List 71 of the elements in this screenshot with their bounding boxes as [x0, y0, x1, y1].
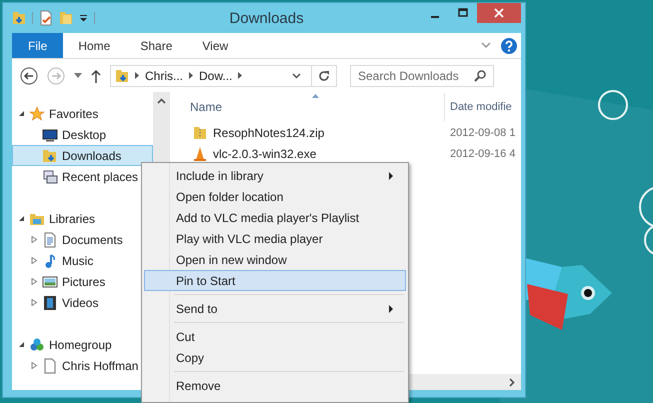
ribbon-tab[interactable]: File — [12, 33, 64, 58]
nav-item[interactable]: Chris Hoffman — [62, 358, 138, 372]
nav-item[interactable]: Libraries — [49, 212, 96, 226]
nav-item[interactable]: Pictures — [62, 274, 106, 288]
nav-item[interactable]: Documents — [62, 232, 123, 246]
nav-item[interactable]: Videos — [62, 296, 98, 310]
menu-item[interactable]: Play with VLC media player — [144, 228, 406, 249]
breadcrumb[interactable]: Chris... — [145, 68, 184, 82]
date-cell: 2012-09-16 4 — [450, 148, 516, 160]
separator-arrow-icon[interactable] — [238, 72, 242, 79]
close-button[interactable] — [477, 3, 521, 23]
nav-item[interactable]: Recent places — [62, 170, 138, 184]
file-name[interactable]: vlc-2.0.3-win32.exe — [213, 146, 316, 160]
folder-icon[interactable] — [12, 10, 26, 26]
nav-item[interactable]: Favorites — [49, 106, 98, 120]
folder-icon — [115, 68, 129, 84]
menu-item[interactable]: Open folder location — [144, 186, 406, 207]
menu-item[interactable]: Open in new window — [144, 249, 406, 270]
ribbon-tab[interactable]: Share — [125, 33, 188, 58]
separator-arrow-icon[interactable] — [135, 72, 139, 79]
recent-places-icon — [42, 168, 58, 184]
folder-icon — [42, 148, 58, 164]
menu-item[interactable]: Send to — [144, 298, 406, 319]
network-icon — [29, 336, 45, 352]
expand-arrow-icon[interactable] — [18, 341, 25, 348]
menu-item[interactable]: Cut — [144, 326, 406, 347]
star-icon — [29, 106, 45, 122]
zip-folder-icon — [193, 124, 207, 140]
menu-item[interactable]: Copy — [144, 347, 406, 368]
help-icon[interactable] — [501, 38, 517, 54]
monitor-icon — [42, 126, 58, 142]
dropdown-icon[interactable] — [79, 13, 88, 23]
scroll-up-icon[interactable] — [157, 98, 166, 104]
document-icon — [42, 232, 58, 248]
maximize-icon — [458, 8, 468, 18]
ribbon-tab[interactable]: Home — [63, 33, 126, 58]
close-icon — [494, 8, 504, 18]
refresh-icon — [318, 70, 330, 82]
column-header[interactable]: Name — [190, 100, 222, 114]
picture-icon — [42, 274, 58, 290]
up-arrow-icon[interactable] — [91, 68, 101, 82]
traffic-cone-icon — [193, 146, 207, 162]
breadcrumb[interactable]: Dow... — [199, 68, 232, 82]
date-cell: 2012-09-08 1 — [450, 126, 516, 138]
window-title: Downloads — [228, 10, 305, 26]
dropdown-icon[interactable] — [74, 73, 82, 78]
sort-caret-icon — [312, 94, 319, 98]
search-icon[interactable] — [474, 70, 486, 82]
chevron-icon[interactable] — [292, 72, 301, 78]
nav-item[interactable]: Homegroup — [49, 338, 112, 352]
menu-item[interactable]: Add to VLC media player's Playlist — [144, 207, 406, 228]
scroll-right-icon[interactable] — [509, 378, 515, 386]
expand-arrow-icon[interactable] — [18, 110, 25, 117]
separator-arrow-icon[interactable] — [189, 72, 194, 79]
film-icon — [42, 294, 58, 310]
back-icon[interactable] — [20, 66, 38, 84]
properties-icon[interactable] — [39, 10, 53, 26]
page-icon — [42, 358, 58, 374]
ribbon-tab[interactable]: View — [187, 33, 244, 58]
menu-item[interactable]: Remove — [144, 375, 406, 396]
nav-item[interactable]: Desktop — [62, 128, 106, 142]
column-header[interactable]: Date modifie — [444, 93, 512, 121]
minimize-icon — [431, 16, 439, 18]
file-name[interactable]: ResophNotes124.zip — [213, 126, 324, 140]
address-field[interactable]: Chris... Dow... — [110, 64, 337, 86]
menu-item[interactable]: Include in library — [144, 165, 406, 186]
nav-item[interactable]: Music — [62, 254, 94, 268]
menu-item[interactable]: Pin to Start — [144, 270, 406, 291]
selected-nav-item[interactable]: Downloads — [12, 145, 153, 166]
search-field[interactable]: Search Downloads — [350, 64, 494, 86]
expand-arrow-icon[interactable] — [18, 215, 25, 222]
